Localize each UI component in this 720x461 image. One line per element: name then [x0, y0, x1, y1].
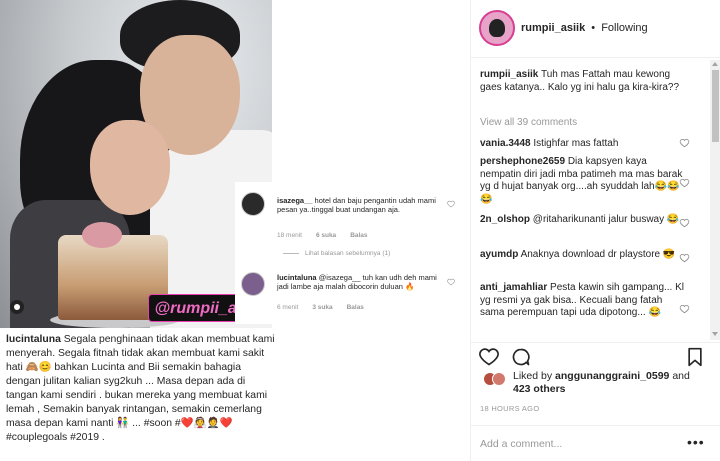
list-item: anti_jamahliar Pesta kawin sih gampang..… — [480, 282, 686, 320]
bookmark-icon[interactable] — [685, 347, 705, 367]
overlay-comment-username: isazega__ — [277, 196, 313, 205]
header-separator: • — [591, 22, 596, 34]
comment-text: Istighfar mas fattah — [530, 138, 619, 149]
comment-likes: 6 suka — [315, 232, 337, 239]
heart-icon[interactable] — [479, 347, 499, 367]
embedded-comment-screenshot: isazega__ hotel dan baju pengantin udah … — [235, 182, 463, 324]
likes-others-link[interactable]: 423 others — [513, 383, 566, 395]
photo-cake-flower — [82, 222, 122, 248]
heart-icon[interactable] — [679, 218, 690, 228]
post-media-area: @rumpii_asiik isazega__ hotel dan baju p… — [0, 0, 470, 461]
comment-icon[interactable] — [511, 347, 531, 367]
view-all-comments-link[interactable]: View all 39 comments — [480, 117, 577, 128]
avatar — [241, 192, 265, 216]
header-username[interactable]: rumpii_asiik — [521, 22, 585, 34]
post-timestamp[interactable]: 18 HOURS AGO — [480, 404, 539, 413]
likes-prefix: Liked by — [513, 370, 556, 382]
likes-summary: Liked by anggunanggraini_0599 and 423 oth… — [479, 370, 715, 400]
heart-icon — [447, 278, 455, 286]
scroll-down-arrow-icon[interactable] — [712, 332, 718, 336]
caption-username[interactable]: lucintaluna — [6, 334, 61, 345]
avatar — [241, 272, 265, 296]
post-photo[interactable] — [0, 0, 272, 328]
comment-username[interactable]: pershephone2659 — [480, 156, 565, 167]
caption-text: Segala penghinaan tidak akan membuat kam… — [6, 334, 275, 443]
likes-text: Liked by anggunanggraini_0599 and 423 oth… — [513, 370, 713, 396]
liker-avatars — [483, 372, 513, 386]
comment-text: @ritaharikunanti jalur busway 😂 — [530, 214, 680, 225]
heart-icon[interactable] — [679, 178, 690, 188]
comment-time: 18 menit — [277, 232, 302, 239]
reply-link: Balas — [346, 304, 364, 311]
action-bar — [471, 342, 720, 370]
list-item: pershephone2659 Dia kapsyen kaya nempati… — [480, 156, 686, 206]
photo-woman-face — [90, 120, 170, 215]
likes-and: and — [669, 370, 690, 382]
comments-scrollbar[interactable] — [710, 60, 720, 340]
scrollbar-thumb[interactable] — [712, 70, 719, 142]
scroll-up-arrow-icon[interactable] — [712, 62, 718, 66]
post-header: rumpii_asiik • Following — [471, 0, 720, 58]
reply-link: Balas — [350, 232, 368, 239]
following-button[interactable]: Following — [601, 22, 647, 34]
overlay-comment-username: lucintaluna — [277, 273, 317, 282]
post-caption: lucintaluna Segala penghinaan tidak akan… — [6, 333, 276, 445]
overlay-comment-text: lucintaluna @isazega__ tuh kan udh deh m… — [277, 273, 437, 291]
overlay-comment-text: isazega__ hotel dan baju pengantin udah … — [277, 196, 437, 214]
header-line: rumpii_asiik • Following — [521, 22, 648, 34]
comment-likes: 3 suka — [312, 304, 333, 311]
liker-username[interactable]: anggunanggraini_0599 — [555, 370, 669, 382]
comment-username[interactable]: 2n_olshop — [480, 214, 530, 225]
view-previous-replies: Lihat balasan sebelumnya (1) — [283, 250, 390, 257]
heart-icon[interactable] — [679, 304, 690, 314]
comment-username[interactable]: vania.3448 — [480, 138, 531, 149]
list-item: 2n_olshop @ritaharikunanti jalur busway … — [480, 214, 686, 227]
avatar — [492, 372, 506, 386]
comment-input[interactable] — [480, 435, 680, 453]
instagram-glyph-icon — [10, 300, 24, 314]
owner-comment: rumpii_asiik Tuh mas Fattah mau kewong g… — [480, 69, 686, 94]
list-item: ayumdp Anaknya download dr playstore 😎 — [480, 249, 686, 262]
more-options-icon[interactable]: ••• — [687, 434, 705, 450]
comment-text: Anaknya download dr playstore 😎 — [518, 249, 676, 260]
comment-username[interactable]: ayumdp — [480, 249, 518, 260]
heart-icon[interactable] — [679, 253, 690, 263]
heart-icon[interactable] — [679, 138, 690, 148]
post-sidebar: rumpii_asiik • Following rumpii_asiik Tu… — [470, 0, 720, 461]
comment-time: 6 menit — [277, 304, 299, 311]
comment-username[interactable]: rumpii_asiik — [480, 69, 538, 80]
add-comment-bar: ••• — [471, 425, 720, 461]
overlay-comment-meta: 6 menit 3 suka Balas — [277, 304, 378, 311]
list-item: vania.3448 Istighfar mas fattah — [480, 138, 686, 151]
comments-list: rumpii_asiik Tuh mas Fattah mau kewong g… — [471, 60, 711, 340]
avatar[interactable] — [479, 10, 515, 46]
comment-username[interactable]: anti_jamahliar — [480, 282, 547, 293]
heart-icon — [447, 200, 455, 208]
overlay-comment-meta: 18 menit 6 suka Balas — [277, 232, 382, 239]
